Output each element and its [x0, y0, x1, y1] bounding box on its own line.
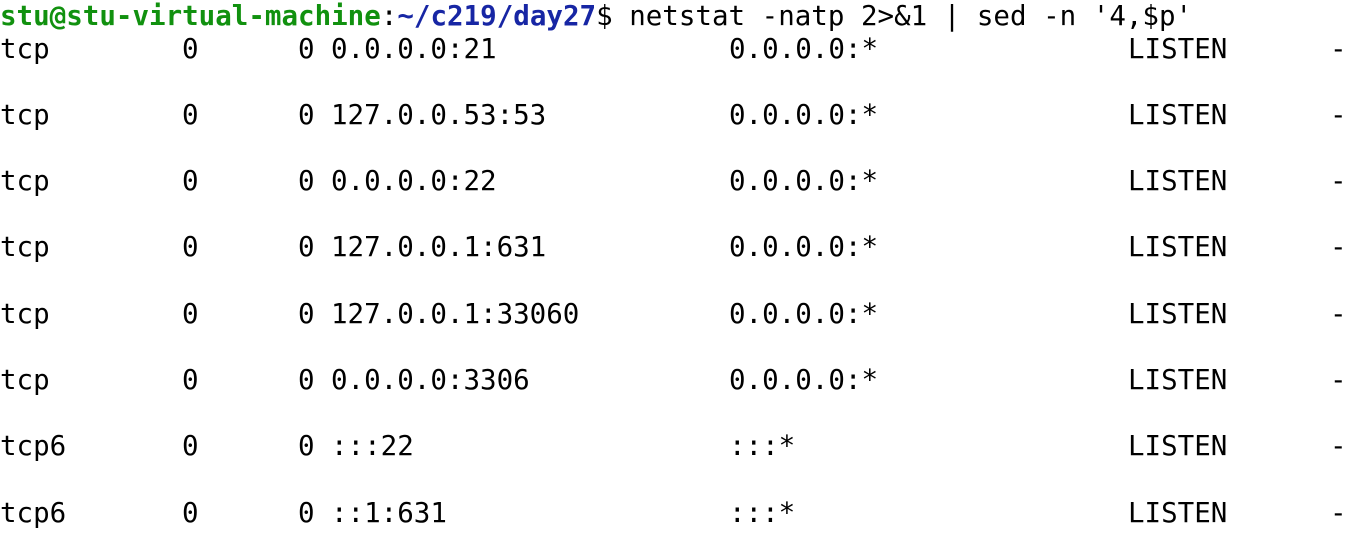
netstat-row: tcp6 0 0 :::22 :::* LISTEN -	[0, 430, 1362, 463]
row-state: LISTEN	[1128, 497, 1228, 529]
netstat-row: tcp 0 0 127.0.0.1:33060 0.0.0.0:* LISTEN…	[0, 298, 1362, 331]
row-foreign-address: 0.0.0.0:*	[729, 231, 879, 263]
row-pid: -	[1330, 298, 1347, 330]
row-proto: tcp	[0, 298, 50, 330]
netstat-row: tcp 0 0 0.0.0.0:21 0.0.0.0:* LISTEN -	[0, 33, 1362, 66]
row-state: LISTEN	[1128, 99, 1228, 131]
row-local-address: :::22	[331, 430, 414, 462]
row-foreign-address: 0.0.0.0:*	[729, 99, 879, 131]
row-local-address: 0.0.0.0:3306	[331, 364, 530, 396]
netstat-row: tcp 0 0 0.0.0.0:22 0.0.0.0:* LISTEN -	[0, 165, 1362, 198]
row-send-q: 0	[298, 364, 315, 396]
netstat-row: tcp 0 0 127.0.0.1:631 0.0.0.0:* LISTEN -	[0, 231, 1362, 264]
row-send-q: 0	[298, 298, 315, 330]
row-send-q: 0	[298, 33, 315, 65]
row-local-address: 127.0.0.1:33060	[331, 298, 580, 330]
netstat-row: tcp 0 0 127.0.0.53:53 0.0.0.0:* LISTEN -	[0, 99, 1362, 132]
prompt-cwd: ~/c219/day27	[397, 0, 597, 32]
row-send-q: 0	[298, 165, 315, 197]
row-recv-q: 0	[182, 430, 199, 462]
row-recv-q: 0	[182, 298, 199, 330]
netstat-row: tcp6 0 0 ::1:631 :::* LISTEN -	[0, 497, 1362, 530]
row-foreign-address: 0.0.0.0:*	[729, 33, 879, 65]
row-foreign-address: :::*	[729, 430, 796, 462]
row-state: LISTEN	[1128, 298, 1228, 330]
row-local-address: 127.0.0.53:53	[331, 99, 547, 131]
row-proto: tcp	[0, 165, 50, 197]
row-foreign-address: 0.0.0.0:*	[729, 298, 879, 330]
row-pid: -	[1330, 497, 1347, 529]
row-recv-q: 0	[182, 497, 199, 529]
row-pid: -	[1330, 33, 1347, 65]
row-foreign-address: 0.0.0.0:*	[729, 364, 879, 396]
netstat-row: tcp 0 0 0.0.0.0:3306 0.0.0.0:* LISTEN -	[0, 364, 1362, 397]
row-state: LISTEN	[1128, 165, 1228, 197]
row-local-address: ::1:631	[331, 497, 447, 529]
row-send-q: 0	[298, 497, 315, 529]
row-local-address: 0.0.0.0:21	[331, 33, 497, 65]
row-local-address: 0.0.0.0:22	[331, 165, 497, 197]
row-pid: -	[1330, 364, 1347, 396]
row-send-q: 0	[298, 430, 315, 462]
row-proto: tcp	[0, 231, 50, 263]
row-pid: -	[1330, 430, 1347, 462]
row-send-q: 0	[298, 231, 315, 263]
row-state: LISTEN	[1128, 430, 1228, 462]
row-pid: -	[1330, 99, 1347, 131]
row-proto: tcp6	[0, 497, 67, 529]
prompt-command: netstat -natp 2>&1 | sed -n '4,$p'	[629, 0, 1193, 32]
row-state: LISTEN	[1128, 364, 1228, 396]
prompt-user-host: stu@stu-virtual-machine	[0, 0, 381, 32]
row-proto: tcp	[0, 33, 50, 65]
row-proto: tcp6	[0, 430, 67, 462]
row-send-q: 0	[298, 99, 315, 131]
row-recv-q: 0	[182, 364, 199, 396]
prompt-dollar: $	[596, 0, 613, 32]
prompt-colon: :	[380, 0, 398, 32]
row-recv-q: 0	[182, 231, 199, 263]
row-recv-q: 0	[182, 33, 199, 65]
row-recv-q: 0	[182, 165, 199, 197]
row-state: LISTEN	[1128, 231, 1228, 263]
command-prompt-line: stu@stu-virtual-machine:~/c219/day27$ ne…	[0, 0, 1192, 33]
row-state: LISTEN	[1128, 33, 1228, 65]
row-pid: -	[1330, 165, 1347, 197]
terminal-window[interactable]: stu@stu-virtual-machine:~/c219/day27$ ne…	[0, 0, 1362, 539]
row-foreign-address: :::*	[729, 497, 796, 529]
row-proto: tcp	[0, 364, 50, 396]
row-foreign-address: 0.0.0.0:*	[729, 165, 879, 197]
row-pid: -	[1330, 231, 1347, 263]
row-local-address: 127.0.0.1:631	[331, 231, 547, 263]
row-proto: tcp	[0, 99, 50, 131]
row-recv-q: 0	[182, 99, 199, 131]
